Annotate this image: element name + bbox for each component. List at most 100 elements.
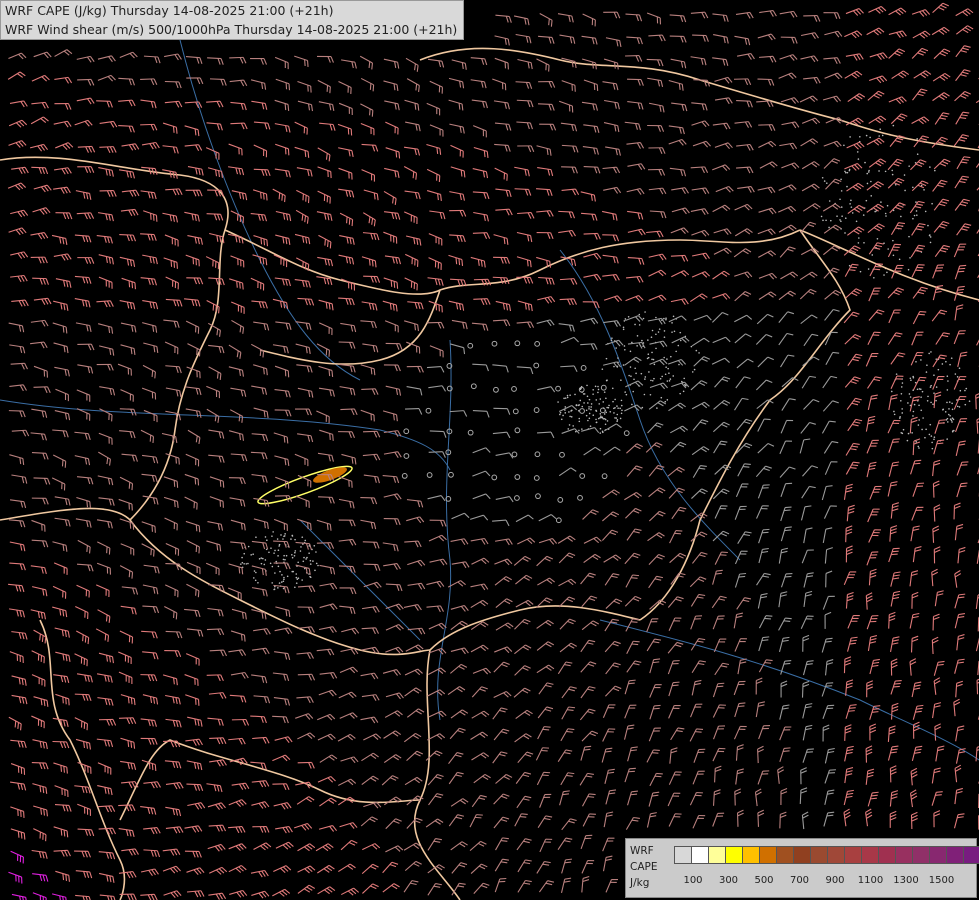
- cape-dot: [929, 236, 932, 238]
- cape-dot: [640, 372, 643, 375]
- cape-dot: [916, 138, 918, 140]
- cape-dot: [620, 404, 623, 407]
- cape-dot: [828, 226, 830, 229]
- cape-dot: [911, 432, 913, 434]
- cape-dot: [603, 391, 606, 393]
- cape-dot: [898, 258, 901, 261]
- cape-dot: [296, 578, 299, 581]
- cape-dot: [562, 414, 564, 417]
- cape-dot: [671, 331, 673, 333]
- cape-dot: [892, 124, 895, 127]
- cape-dot: [921, 390, 924, 393]
- cape-dot: [631, 403, 633, 406]
- cape-dot: [306, 556, 308, 559]
- cape-dot: [871, 254, 874, 256]
- cape-dot: [870, 180, 872, 183]
- cape-dot: [299, 550, 302, 552]
- cape-dot: [578, 420, 581, 423]
- cape-dot: [867, 268, 870, 270]
- cape-dot: [935, 399, 937, 402]
- cape-dot: [670, 355, 672, 358]
- cape-dot: [840, 220, 842, 223]
- legend-tick-label: 1100: [857, 875, 884, 886]
- cape-dot: [920, 359, 922, 361]
- cape-dot: [602, 401, 605, 403]
- cape-dot: [665, 366, 667, 368]
- cape-dot: [902, 428, 905, 431]
- cape-dot: [893, 410, 895, 413]
- cape-dot: [929, 241, 932, 244]
- cape-dot: [869, 136, 871, 139]
- cape-dot: [666, 399, 669, 401]
- cape-dot: [909, 377, 912, 380]
- cape-dot: [644, 378, 646, 380]
- cape-dot: [315, 562, 318, 565]
- legend-tick-label: 700: [789, 875, 810, 886]
- cape-dot: [623, 345, 626, 347]
- cape-dot: [844, 217, 847, 220]
- cape-dot: [605, 379, 608, 382]
- cape-dot: [636, 335, 639, 337]
- legend-swatch: [742, 846, 760, 864]
- cape-dot: [317, 564, 319, 567]
- cape-dot: [821, 176, 824, 179]
- cape-dot: [907, 432, 910, 435]
- cape-dot: [913, 403, 916, 406]
- legend-swatch: [861, 846, 879, 864]
- cape-dot: [916, 153, 919, 156]
- cape-dot: [858, 237, 860, 239]
- cape-dot: [884, 170, 887, 173]
- cape-dot: [912, 375, 914, 378]
- cape-dot: [276, 538, 279, 540]
- cape-dot: [595, 421, 598, 424]
- cape-dot: [270, 547, 272, 549]
- cape-dot: [874, 210, 876, 213]
- cape-dot: [564, 397, 567, 399]
- cape-dot: [610, 339, 613, 342]
- legend-tick-label: 100: [683, 875, 703, 886]
- cape-dot: [901, 412, 904, 414]
- cape-dot: [294, 586, 296, 589]
- legend-swatch: [810, 846, 828, 864]
- cape-dot: [655, 347, 657, 350]
- weather-map: [0, 0, 979, 900]
- cape-dot: [946, 417, 949, 420]
- cape-dot: [946, 401, 948, 404]
- cape-dot: [616, 405, 618, 407]
- cape-dot: [650, 336, 653, 339]
- cape-dot: [868, 169, 870, 172]
- cape-dot: [283, 578, 285, 581]
- cape-dot: [658, 328, 661, 330]
- cape-dot: [613, 412, 615, 414]
- cape-legend: WRF CAPE J/kg 100 300 500 700 900 1100 1300 150…: [625, 838, 979, 898]
- cape-dot: [843, 144, 845, 147]
- cape-dot: [677, 344, 680, 347]
- cape-dot: [241, 561, 244, 564]
- cape-dot: [269, 562, 272, 565]
- cape-dot: [892, 239, 894, 242]
- cape-dot: [245, 563, 248, 565]
- cape-dot: [609, 410, 612, 413]
- cape-dot: [644, 376, 647, 378]
- cape-dot: [620, 412, 623, 415]
- legend-ticks: 100 300 500 700 900 1100 1300 1500: [674, 875, 974, 889]
- cape-dot: [652, 358, 655, 361]
- cape-dot: [608, 404, 610, 407]
- cape-dot: [928, 352, 930, 355]
- cape-dot: [908, 165, 910, 167]
- cape-dot: [901, 408, 903, 410]
- cape-dot: [651, 351, 653, 354]
- cape-dot: [587, 419, 589, 422]
- cape-dot: [848, 264, 851, 267]
- cape-dot: [638, 324, 641, 326]
- cape-dot: [946, 389, 949, 391]
- cape-dot: [585, 409, 588, 412]
- cape-dot: [588, 408, 590, 410]
- cape-dot: [241, 566, 244, 569]
- cape-dot: [668, 372, 670, 374]
- cape-dot: [627, 315, 630, 318]
- cape-dot: [665, 317, 667, 319]
- cape-dot: [257, 581, 259, 584]
- cape-dot: [604, 418, 607, 421]
- cape-dot: [850, 199, 852, 202]
